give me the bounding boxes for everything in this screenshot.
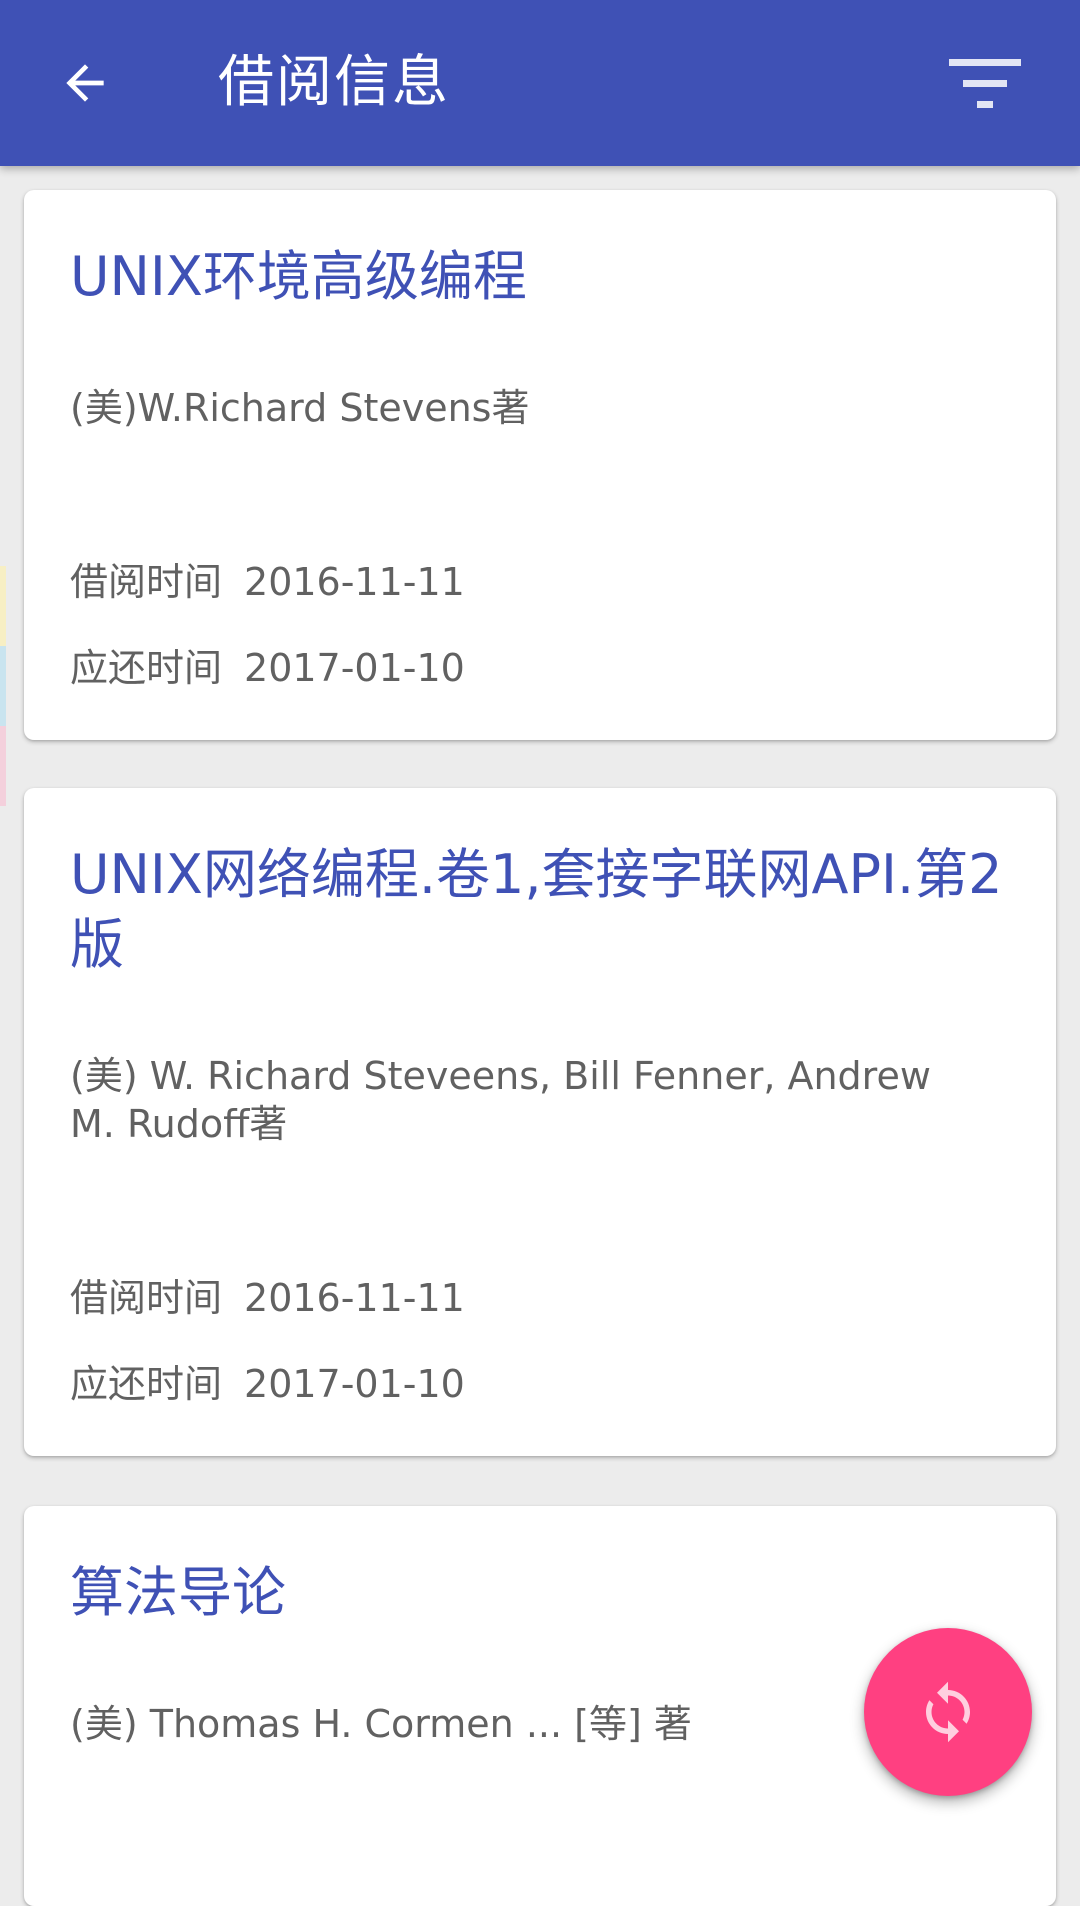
due-date-row: 应还时间 2017-01-10	[70, 644, 465, 692]
filter-button[interactable]	[930, 38, 1040, 128]
back-button[interactable]	[40, 38, 130, 128]
due-date-label: 应还时间	[70, 646, 223, 690]
book-title: UNIX环境高级编程	[70, 245, 527, 308]
edge-strip-blue	[0, 646, 6, 726]
book-card[interactable]: UNIX网络编程.卷1,套接字联网API.第2版 (美) W. Richard …	[24, 788, 1056, 1456]
edge-strip-yellow	[0, 566, 6, 646]
book-card[interactable]: UNIX环境高级编程 (美)W.Richard Stevens著 借阅时间 201…	[24, 190, 1056, 740]
arrow-back-icon	[66, 64, 104, 102]
borrow-date-value: 2016-11-11	[244, 1276, 465, 1320]
book-title: UNIX网络编程.卷1,套接字联网API.第2版	[70, 843, 1003, 976]
book-title: 算法导论	[70, 1561, 286, 1624]
borrow-date-row: 借阅时间 2016-11-11	[70, 1274, 465, 1322]
filter-icon	[949, 59, 1021, 108]
edge-strip-pink	[0, 726, 6, 806]
due-date-value: 2017-01-10	[244, 1362, 465, 1406]
book-author: (美)W.Richard Stevens著	[70, 386, 530, 430]
borrow-date-label: 借阅时间	[70, 1276, 223, 1320]
refresh-button[interactable]	[864, 1628, 1032, 1796]
borrow-date-label: 借阅时间	[70, 560, 223, 604]
borrow-date-value: 2016-11-11	[244, 560, 465, 604]
refresh-icon	[926, 1681, 970, 1743]
borrow-date-row: 借阅时间 2016-11-11	[70, 558, 465, 606]
page-title: 借阅信息	[218, 50, 450, 115]
due-date-value: 2017-01-10	[244, 646, 465, 690]
book-author: (美) W. Richard Steveens, Bill Fenner, An…	[70, 1054, 931, 1146]
due-date-label: 应还时间	[70, 1362, 223, 1406]
app-bar: 借阅信息	[0, 0, 1080, 166]
due-date-row: 应还时间 2017-01-10	[70, 1360, 465, 1408]
book-author: (美) Thomas H. Cormen ... [等] 著	[70, 1702, 692, 1746]
